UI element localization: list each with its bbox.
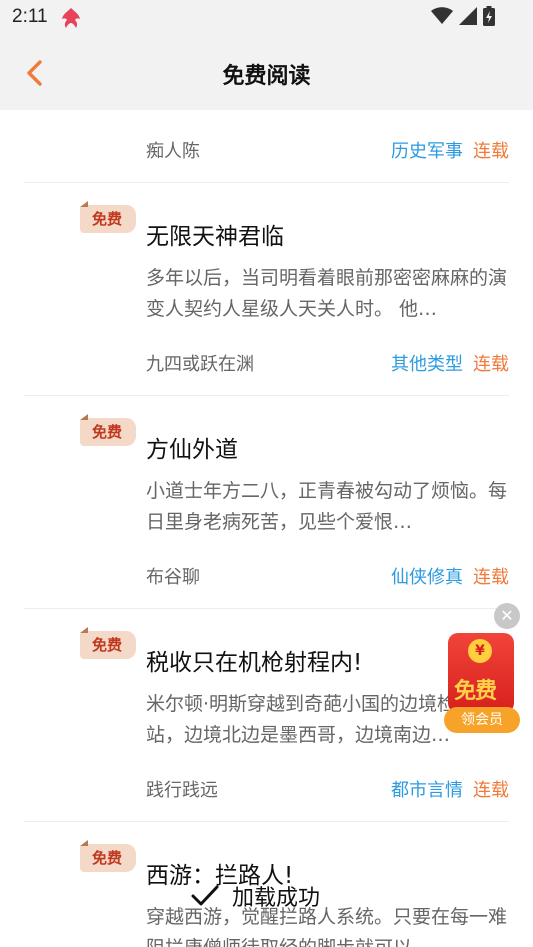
book-meta: 痴人陈 历史军事 连载 <box>146 137 509 167</box>
promo-free-label: 免费 <box>454 679 497 704</box>
battery-icon <box>483 6 495 26</box>
book-category: 历史军事 <box>391 141 463 162</box>
status-time: 2:11 <box>12 6 48 27</box>
app-screen: 2:11 免费阅读 痴人陈 历史军事 连载 免费 无限天神君临 多年以后，当司明… <box>0 0 533 947</box>
book-meta: 布谷聊 仙侠修真 连载 <box>146 563 509 593</box>
book-status: 连载 <box>473 567 509 588</box>
divider <box>24 821 509 822</box>
free-badge-label: 免费 <box>92 636 123 654</box>
book-category: 都市言情 <box>391 780 463 801</box>
status-icons <box>431 6 495 26</box>
status-bar: 2:11 <box>0 0 533 36</box>
book-description: 小道士年方二八，正青春被勾动了烦恼。每日里身老病死苦，见些个爱恨… <box>146 480 508 533</box>
free-badge: 免费 <box>80 201 136 233</box>
wifi-icon <box>431 7 453 24</box>
divider <box>24 182 509 183</box>
free-badge-label: 免费 <box>92 423 123 441</box>
free-membership-promo[interactable]: ✕ ¥ 免费 领会员 <box>444 603 522 735</box>
book-author: 布谷聊 <box>146 567 200 588</box>
app-notification-icon <box>62 8 80 28</box>
navigation-bar: 免费阅读 <box>0 36 533 110</box>
book-category: 其他类型 <box>391 354 463 375</box>
page-title: 免费阅读 <box>222 64 311 89</box>
free-badge: 免费 <box>80 627 136 659</box>
divider <box>24 608 509 609</box>
book-meta: 践行践远 都市言情 连载 <box>146 776 509 806</box>
signal-icon <box>459 7 477 25</box>
book-category: 仙侠修真 <box>391 567 463 588</box>
book-description: 多年以后，当司明看着眼前那密密麻麻的演变人契约人星级人天关人时。 他… <box>146 267 508 320</box>
free-badge: 免费 <box>80 840 136 872</box>
checkmark-icon <box>191 885 219 906</box>
book-meta: 九四或跃在渊 其他类型 连载 <box>146 350 509 380</box>
free-badge-label: 免费 <box>92 210 123 228</box>
book-author: 九四或跃在渊 <box>146 354 254 375</box>
book-title: 无限天神君临 <box>146 224 284 250</box>
close-icon[interactable]: ✕ <box>494 603 520 629</box>
book-status: 连载 <box>473 780 509 801</box>
book-status: 连载 <box>473 354 509 375</box>
book-title: 税收只在机枪射程内! <box>146 650 363 676</box>
free-badge: 免费 <box>80 414 136 446</box>
book-status: 连载 <box>473 141 509 162</box>
book-author: 痴人陈 <box>146 141 200 162</box>
book-author: 践行践远 <box>146 780 218 801</box>
toast-text: 加载成功 <box>232 886 321 911</box>
get-membership-button[interactable]: 领会员 <box>444 707 520 733</box>
book-title: 方仙外道 <box>146 437 238 463</box>
load-success-toast: 加载成功 <box>190 880 320 912</box>
free-badge-label: 免费 <box>92 849 123 867</box>
divider <box>24 395 509 396</box>
coin-icon: ¥ <box>468 639 492 663</box>
